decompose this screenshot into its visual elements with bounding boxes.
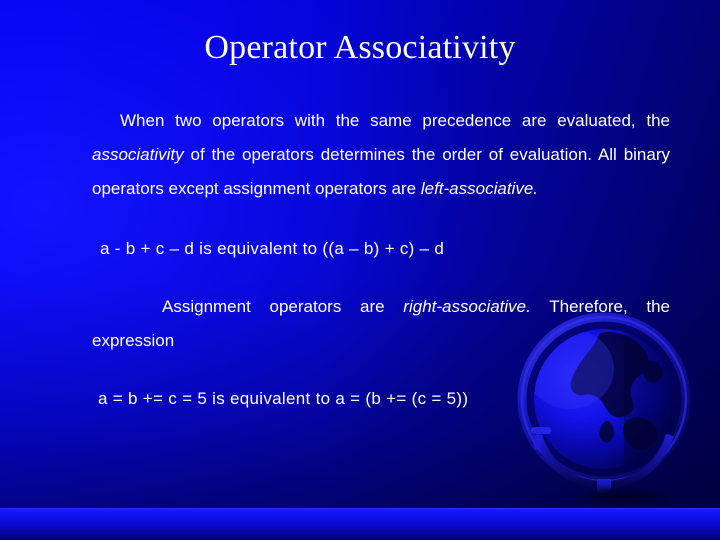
paragraph-example-left: a - b + c – d is equivalent to ((a – b) … [92, 232, 670, 266]
slide-title: Operator Associativity [204, 29, 516, 66]
paragraph-example-right: a = b += c = 5 is equivalent to a = (b +… [92, 382, 670, 416]
text-run-italic: right-associative [403, 297, 527, 316]
text-run-italic: associativity [92, 145, 184, 164]
slide-body: When two operators with the same precede… [92, 104, 670, 416]
text-run-italic: left-associative [420, 179, 534, 198]
text-run-italic: . [533, 179, 539, 198]
slide-content: Operator Associativity When two operator… [0, 0, 720, 540]
paragraph-intro: When two operators with the same precede… [92, 104, 670, 206]
text-run: a = b += c = 5 is equivalent to a = (b +… [98, 389, 469, 408]
text-run: a - b + c – d is equivalent to ((a – b) … [100, 239, 445, 258]
text-run: When two operators with the same precede… [120, 111, 670, 130]
presentation-slide: Operator Associativity When two operator… [0, 0, 720, 540]
paragraph-assignment: Assignment operators are right-associati… [92, 290, 670, 358]
text-run: Assignment operators are [162, 297, 404, 316]
